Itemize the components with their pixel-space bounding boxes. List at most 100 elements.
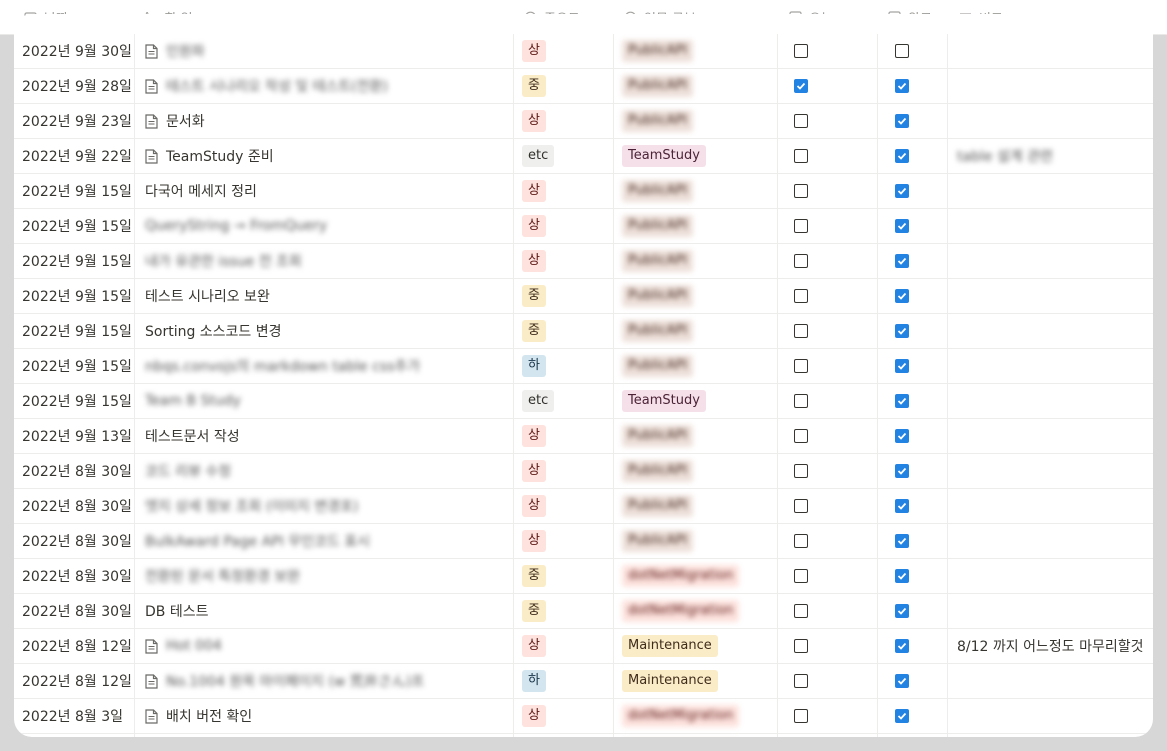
category-cell[interactable]: PublicAPI <box>614 34 778 68</box>
date-cell[interactable]: 2022년 8월 30일 <box>14 454 135 488</box>
note-cell[interactable] <box>948 349 1153 383</box>
note-cell[interactable] <box>948 559 1153 593</box>
title-cell[interactable]: 내가 유관한 issue 전 조회 <box>135 244 514 278</box>
today-checkbox[interactable] <box>794 674 808 688</box>
importance-cell[interactable]: 중 <box>514 69 614 103</box>
table-row[interactable]: 2022년 9월 22일 TeamStudy 준비 etc TeamStudy … <box>14 139 1153 174</box>
title-cell[interactable]: 엣지 상세 정보 조회 (이미지 변경포) <box>135 489 514 523</box>
table-row[interactable]: 2022년 9월 15일 다국어 메세지 정리 상 PublicAPI <box>14 174 1153 209</box>
note-cell[interactable] <box>948 209 1153 243</box>
date-cell[interactable]: 2022년 8월 12일 <box>14 629 135 663</box>
title-cell[interactable]: DB 테스트 <box>135 594 514 628</box>
table-row[interactable]: 2022년 8월 30일 전환된 문서 특정환경 보완 중 dotNetMigr… <box>14 559 1153 594</box>
title-cell[interactable]: 배치 테스트 시나리오 대본 작성 <box>135 734 514 737</box>
note-cell[interactable] <box>948 384 1153 418</box>
done-checkbox[interactable] <box>895 44 909 58</box>
done-checkbox[interactable] <box>895 324 909 338</box>
category-cell[interactable]: TeamStudy <box>614 384 778 418</box>
note-cell[interactable] <box>948 524 1153 558</box>
importance-cell[interactable]: 상 <box>514 629 614 663</box>
date-cell[interactable]: 2022년 9월 15일 <box>14 174 135 208</box>
today-checkbox[interactable] <box>794 219 808 233</box>
note-cell[interactable] <box>948 699 1153 733</box>
title-cell[interactable]: 배치 버전 확인 <box>135 699 514 733</box>
category-cell[interactable]: PublicAPI <box>614 209 778 243</box>
category-cell[interactable]: dotNetMigration <box>614 559 778 593</box>
importance-cell[interactable]: 상 <box>514 699 614 733</box>
today-checkbox[interactable] <box>794 709 808 723</box>
date-cell[interactable]: 2022년 8월 3일 <box>14 699 135 733</box>
note-cell[interactable] <box>948 314 1153 348</box>
table-row[interactable]: 2022년 8월 30일 DB 테스트 중 dotNetMigration <box>14 594 1153 629</box>
date-cell[interactable]: 2022년 9월 28일 <box>14 69 135 103</box>
today-checkbox[interactable] <box>794 44 808 58</box>
note-cell[interactable] <box>948 104 1153 138</box>
title-cell[interactable]: TeamStudy 준비 <box>135 139 514 173</box>
note-cell[interactable] <box>948 419 1153 453</box>
today-checkbox[interactable] <box>794 604 808 618</box>
importance-cell[interactable]: 상 <box>514 104 614 138</box>
today-checkbox[interactable] <box>794 79 808 93</box>
today-checkbox[interactable] <box>794 149 808 163</box>
table-row[interactable]: 2022년 9월 15일 nbqs.convojs의 markdown tabl… <box>14 349 1153 384</box>
today-checkbox[interactable] <box>794 569 808 583</box>
importance-cell[interactable]: 중 <box>514 594 614 628</box>
importance-cell[interactable]: 상 <box>514 454 614 488</box>
category-cell[interactable]: PublicAPI <box>614 104 778 138</box>
importance-cell[interactable]: etc <box>514 139 614 173</box>
today-checkbox[interactable] <box>794 114 808 128</box>
date-cell[interactable]: 2022년 9월 15일 <box>14 279 135 313</box>
title-cell[interactable]: 다국어 메세지 정리 <box>135 174 514 208</box>
today-checkbox[interactable] <box>794 534 808 548</box>
today-checkbox[interactable] <box>794 394 808 408</box>
table-row[interactable]: 2022년 8월 12일 No.1004 원목 마이페이지 (w 荒井さん)프 … <box>14 664 1153 699</box>
title-cell[interactable]: 테스트문서 작성 <box>135 419 514 453</box>
done-checkbox[interactable] <box>895 79 909 93</box>
date-cell[interactable]: 2022년 9월 13일 <box>14 419 135 453</box>
importance-cell[interactable]: 하 <box>514 664 614 698</box>
category-cell[interactable]: PublicAPI <box>614 69 778 103</box>
importance-cell[interactable]: 상 <box>514 244 614 278</box>
done-checkbox[interactable] <box>895 394 909 408</box>
importance-cell[interactable]: 상 <box>514 174 614 208</box>
note-cell[interactable] <box>948 664 1153 698</box>
importance-cell[interactable]: 상 <box>514 419 614 453</box>
importance-cell[interactable]: 하 <box>514 349 614 383</box>
done-checkbox[interactable] <box>895 219 909 233</box>
title-cell[interactable]: QueryString → FromQuery <box>135 209 514 243</box>
done-checkbox[interactable] <box>895 149 909 163</box>
table-row[interactable]: 2022년 8월 30일 엣지 상세 정보 조회 (이미지 변경포) 상 Pub… <box>14 489 1153 524</box>
category-cell[interactable]: PublicAPI <box>614 489 778 523</box>
importance-cell[interactable]: etc <box>514 384 614 418</box>
note-cell[interactable] <box>948 34 1153 68</box>
table-row[interactable]: 2022년 9월 30일 인원파 상 PublicAPI <box>14 34 1153 69</box>
today-checkbox[interactable] <box>794 429 808 443</box>
category-cell[interactable]: dotNetMigration <box>614 734 778 737</box>
table-row[interactable]: 2022년 8월 30일 BulkAward Page API 무인코드 표시 … <box>14 524 1153 559</box>
date-cell[interactable]: 2022년 8월 30일 <box>14 489 135 523</box>
importance-cell[interactable]: 상 <box>514 489 614 523</box>
title-cell[interactable]: 테스트 시나리오 작성 및 테스트(전환) <box>135 69 514 103</box>
date-cell[interactable]: 2022년 8월 30일 <box>14 594 135 628</box>
table-row[interactable]: 2022년 8월 3일 배치 버전 확인 상 dotNetMigration <box>14 699 1153 734</box>
category-cell[interactable]: PublicAPI <box>614 454 778 488</box>
date-cell[interactable]: 2022년 8월 12일 <box>14 664 135 698</box>
date-cell[interactable]: 2022년 9월 22일 <box>14 139 135 173</box>
date-cell[interactable]: 2022년 8월 30일 <box>14 559 135 593</box>
title-cell[interactable]: BulkAward Page API 무인코드 표시 <box>135 524 514 558</box>
title-cell[interactable]: No.1004 원목 마이페이지 (w 荒井さん)프 <box>135 664 514 698</box>
date-cell[interactable]: 2022년 9월 15일 <box>14 244 135 278</box>
title-cell[interactable]: Hot 004 <box>135 629 514 663</box>
today-checkbox[interactable] <box>794 289 808 303</box>
table-row[interactable]: 2022년 9월 23일 문서화 상 PublicAPI <box>14 104 1153 139</box>
date-cell[interactable]: 2022년 9월 15일 <box>14 314 135 348</box>
done-checkbox[interactable] <box>895 534 909 548</box>
done-checkbox[interactable] <box>895 289 909 303</box>
category-cell[interactable]: PublicAPI <box>614 419 778 453</box>
note-cell[interactable]: 8/12 까지 어느정도 마무리할것 <box>948 629 1153 663</box>
today-checkbox[interactable] <box>794 254 808 268</box>
date-cell[interactable]: 2022년 8월 3일 <box>14 734 135 737</box>
category-cell[interactable]: Maintenance <box>614 664 778 698</box>
date-cell[interactable]: 2022년 9월 23일 <box>14 104 135 138</box>
title-cell[interactable]: 인원파 <box>135 34 514 68</box>
